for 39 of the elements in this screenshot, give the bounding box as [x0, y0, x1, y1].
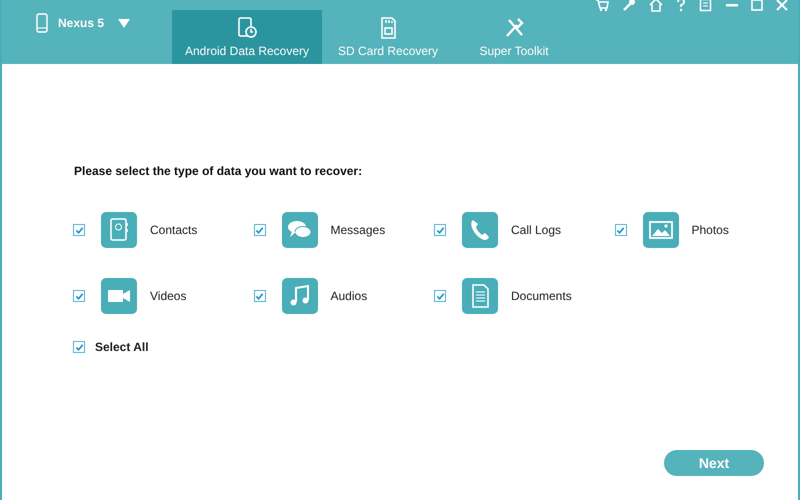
data-type-label: Contacts — [150, 223, 198, 237]
photos-icon — [642, 212, 678, 248]
phone-clock-icon — [236, 16, 258, 40]
calls-icon — [462, 212, 498, 248]
dropdown-icon[interactable] — [118, 18, 130, 28]
select-all-label[interactable]: Select All — [95, 340, 149, 354]
checkbox[interactable] — [73, 341, 85, 353]
data-type-label: Messages — [330, 223, 386, 237]
maximize-icon[interactable] — [751, 0, 763, 12]
data-type-label: Photos — [692, 223, 729, 237]
checkbox[interactable] — [73, 290, 85, 302]
help-icon[interactable] — [676, 0, 686, 12]
close-icon[interactable] — [776, 0, 788, 12]
feedback-icon[interactable] — [699, 0, 713, 12]
phone-icon — [36, 13, 48, 33]
next-button[interactable]: Next — [664, 450, 764, 476]
videos-icon — [101, 278, 137, 314]
checkbox[interactable] — [614, 224, 626, 236]
messages-icon — [282, 212, 318, 248]
device-name: Nexus 5 — [58, 16, 104, 30]
tab[interactable]: Android Data Recovery — [172, 10, 322, 64]
data-type-label: Audios — [330, 289, 368, 303]
data-type-label: Call Logs — [511, 223, 562, 237]
home-icon[interactable] — [649, 0, 663, 12]
tab[interactable]: SD Card Recovery — [322, 10, 454, 64]
checkbox[interactable] — [434, 290, 446, 302]
checkbox[interactable] — [434, 224, 446, 236]
checkbox[interactable] — [73, 224, 85, 236]
checkbox[interactable] — [254, 224, 266, 236]
tab[interactable]: Super Toolkit — [454, 10, 574, 64]
key-icon[interactable] — [622, 0, 636, 12]
contacts-icon — [101, 212, 137, 248]
data-type-label: Videos — [150, 289, 186, 303]
data-type-label: Documents — [511, 289, 572, 303]
audios-icon — [282, 278, 318, 314]
cart-icon[interactable] — [595, 0, 609, 12]
prompt-text: Please select the type of data you want to recover: — [74, 164, 364, 178]
checkbox[interactable] — [254, 290, 266, 302]
documents-icon — [462, 278, 498, 314]
